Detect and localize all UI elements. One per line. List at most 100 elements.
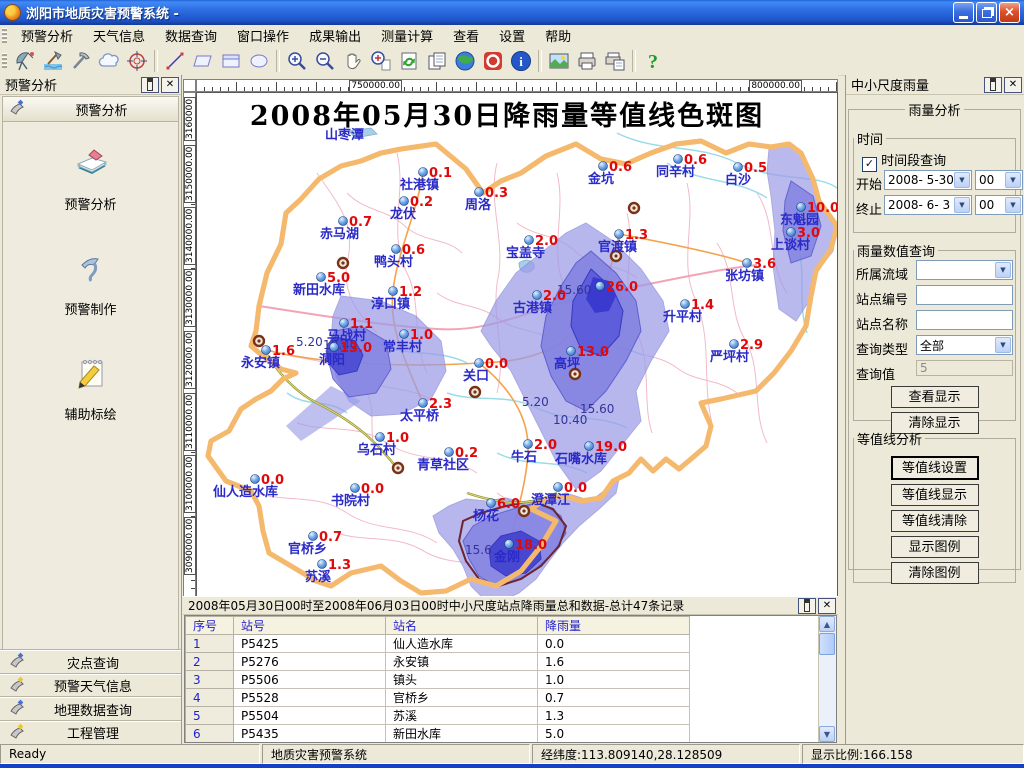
station-marker-icon[interactable] (339, 217, 348, 226)
target-icon[interactable] (125, 49, 149, 73)
show-display-button[interactable]: 查看显示 (891, 386, 979, 408)
left-tool-预警制作[interactable]: 预警制作 (3, 227, 178, 332)
station-marker-icon[interactable] (330, 343, 339, 352)
minimize-button[interactable] (953, 2, 974, 23)
chevron-down-icon[interactable]: ▼ (995, 262, 1011, 278)
end-hour-select[interactable]: 00▼ (975, 195, 1023, 215)
left-panel-close-icon[interactable]: ✕ (161, 77, 179, 93)
rainfall-contour-map[interactable]: 5.2010.4015.605.2015.6010.4015.6 山枣潭0.1社… (197, 93, 838, 597)
map-canvas[interactable]: 5.2010.4015.605.2015.6010.4015.6 山枣潭0.1社… (196, 92, 838, 597)
station-marker-icon[interactable] (487, 499, 496, 508)
copy-icon[interactable] (425, 49, 449, 73)
station-marker-icon[interactable] (743, 259, 752, 268)
station-marker-icon[interactable] (376, 433, 385, 442)
bottom-panel-pin-icon[interactable] (798, 598, 816, 614)
pick-icon[interactable] (69, 49, 93, 73)
info-icon[interactable]: i (509, 49, 533, 73)
time-range-checkbox[interactable]: ✓ 时间段查询 (862, 150, 946, 172)
scroll-down-icon[interactable]: ▼ (819, 726, 835, 742)
table-col-站号[interactable]: 站号 (234, 617, 386, 635)
toolbar-grip[interactable] (2, 53, 7, 69)
globe-icon[interactable] (453, 49, 477, 73)
query-type-select[interactable]: 全部▼ (916, 335, 1013, 355)
line-icon[interactable] (163, 49, 187, 73)
station-marker-icon[interactable] (400, 197, 409, 206)
left-tool-预警分析[interactable]: 预警分析 (3, 122, 178, 227)
restore-button[interactable] (976, 2, 997, 23)
poly-icon[interactable] (191, 49, 215, 73)
menu-item-数据查询[interactable]: 数据查询 (155, 24, 227, 47)
cloud-icon[interactable] (97, 49, 121, 73)
station-marker-icon[interactable] (400, 330, 409, 339)
contour-button-显示图例[interactable]: 显示图例 (891, 536, 979, 558)
station-marker-icon[interactable] (533, 291, 542, 300)
sidebar-bar-地理数据查询[interactable]: 地理数据查询 (0, 697, 181, 721)
preview-icon[interactable] (603, 49, 627, 73)
station-marker-icon[interactable] (615, 230, 624, 239)
station-marker-icon[interactable] (340, 319, 349, 328)
table-row[interactable]: 3P5506镇头1.0 (186, 671, 690, 689)
station-name-input[interactable] (916, 310, 1013, 330)
pan-icon[interactable] (341, 49, 365, 73)
zoomin-icon[interactable] (285, 49, 309, 73)
station-marker-icon[interactable] (599, 162, 608, 171)
chevron-down-icon[interactable]: ▼ (995, 337, 1011, 353)
station-marker-icon[interactable] (567, 347, 576, 356)
menu-item-预警分析[interactable]: 预警分析 (11, 24, 83, 47)
station-marker-icon[interactable] (475, 359, 484, 368)
menu-item-天气信息[interactable]: 天气信息 (83, 24, 155, 47)
table-col-站名[interactable]: 站名 (386, 617, 538, 635)
hydro-icon[interactable] (41, 49, 65, 73)
table-row[interactable]: 2P5276永安镇1.6 (186, 653, 690, 671)
menu-item-成果输出[interactable]: 成果输出 (299, 24, 371, 47)
sidebar-bar-预警天气信息[interactable]: 预警天气信息 (0, 674, 181, 698)
table-col-序号[interactable]: 序号 (186, 617, 234, 635)
menu-item-测量计算[interactable]: 测量计算 (371, 24, 443, 47)
zoomext-icon[interactable] (369, 49, 393, 73)
start-hour-select[interactable]: 00▼ (975, 170, 1023, 190)
station-marker-icon[interactable] (585, 442, 594, 451)
station-marker-icon[interactable] (524, 440, 533, 449)
right-panel-pin-icon[interactable] (984, 77, 1002, 93)
chevron-down-icon[interactable]: ▼ (1005, 197, 1021, 213)
scroll-thumb[interactable] (819, 633, 835, 655)
image-icon[interactable] (547, 49, 571, 73)
menu-item-窗口操作[interactable]: 窗口操作 (227, 24, 299, 47)
rainfall-table[interactable]: 序号站号站名降雨量 1P5425仙人造水库0.02P5276永安镇1.63P55… (185, 616, 690, 743)
station-marker-icon[interactable] (787, 228, 796, 237)
station-marker-icon[interactable] (419, 168, 428, 177)
station-marker-icon[interactable] (674, 155, 683, 164)
rect-icon[interactable] (219, 49, 243, 73)
contour-button-等值线清除[interactable]: 等值线清除 (891, 510, 979, 532)
start-date-select[interactable]: 2008- 5-30▼ (884, 170, 972, 190)
station-marker-icon[interactable] (318, 560, 327, 569)
table-row[interactable]: 1P5425仙人造水库0.0 (186, 635, 690, 653)
station-marker-icon[interactable] (262, 346, 271, 355)
station-marker-icon[interactable] (251, 475, 260, 484)
station-marker-icon[interactable] (596, 282, 605, 291)
station-marker-icon[interactable] (475, 188, 484, 197)
station-marker-icon[interactable] (730, 340, 739, 349)
station-marker-icon[interactable] (734, 163, 743, 172)
sidebar-bar-灾点查询[interactable]: 灾点查询 (0, 650, 181, 674)
menu-grip[interactable] (2, 28, 7, 44)
menu-item-查看[interactable]: 查看 (443, 24, 489, 47)
station-marker-icon[interactable] (681, 300, 690, 309)
bottom-panel-close-icon[interactable]: ✕ (818, 598, 836, 614)
station-marker-icon[interactable] (505, 540, 514, 549)
end-date-select[interactable]: 2008- 6- 3▼ (884, 195, 972, 215)
scroll-up-icon[interactable]: ▲ (819, 616, 835, 632)
station-marker-icon[interactable] (554, 483, 563, 492)
left-panel-pin-icon[interactable] (141, 77, 159, 93)
print-icon[interactable] (575, 49, 599, 73)
table-row[interactable]: 6P5435新田水库5.0 (186, 725, 690, 743)
left-tool-辅助标绘[interactable]: 辅助标绘 (3, 332, 178, 437)
station-marker-icon[interactable] (525, 236, 534, 245)
stop-icon[interactable] (481, 49, 505, 73)
menu-item-设置[interactable]: 设置 (489, 24, 535, 47)
table-row[interactable]: 5P5504苏溪1.3 (186, 707, 690, 725)
chevron-down-icon[interactable]: ▼ (954, 172, 970, 188)
ellipse-icon[interactable] (247, 49, 271, 73)
help-icon[interactable]: ? (641, 49, 665, 73)
contour-button-等值线显示[interactable]: 等值线显示 (891, 484, 979, 506)
